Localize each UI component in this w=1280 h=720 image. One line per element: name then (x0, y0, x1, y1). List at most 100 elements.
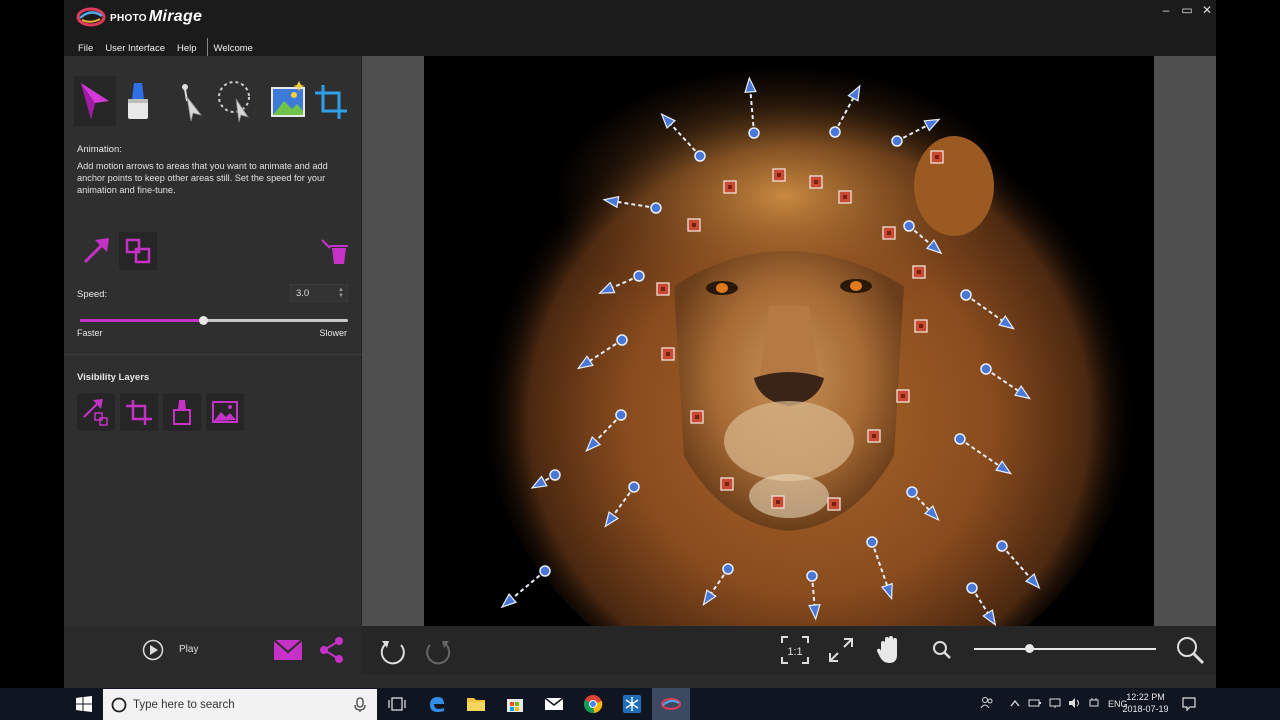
speed-slider[interactable] (80, 316, 348, 325)
zoom-in-button[interactable] (1174, 634, 1206, 666)
left-iris (716, 283, 728, 293)
clock[interactable]: 12:22 PM 2018-07-19 (1118, 691, 1173, 715)
motion-arrow-start[interactable] (694, 150, 706, 162)
motion-arrow-start[interactable] (615, 409, 627, 421)
taskbar-store[interactable] (496, 688, 534, 720)
volume-icon[interactable] (1068, 697, 1082, 711)
anchor-point-button[interactable] (119, 232, 157, 270)
network-icon[interactable] (1048, 697, 1062, 711)
taskbar-snowflake-app[interactable] (613, 688, 651, 720)
motion-arrow-start[interactable] (650, 202, 662, 214)
motion-arrow-start[interactable] (866, 536, 878, 548)
taskbar-chrome[interactable] (574, 688, 612, 720)
tool-select[interactable] (170, 76, 212, 126)
undo-button[interactable] (378, 636, 408, 666)
windows-icon (76, 696, 92, 712)
taskbar-file-explorer[interactable] (457, 688, 495, 720)
motion-arrow-start[interactable] (966, 582, 978, 594)
power-plug-icon[interactable] (1088, 697, 1100, 711)
close-button[interactable]: ✕ (1197, 2, 1217, 18)
system-tray: ENG (980, 688, 1128, 720)
chrome-icon (584, 695, 603, 714)
motion-arrow-start[interactable] (829, 126, 841, 138)
taskbar-edge[interactable] (418, 688, 456, 720)
actual-size-button[interactable]: 1:1 (780, 635, 810, 665)
fit-screen-button[interactable] (826, 635, 856, 665)
motion-arrow-start[interactable] (906, 486, 918, 498)
crop-icon (315, 85, 347, 119)
panel-title: Animation: (77, 144, 122, 155)
tool-image[interactable] (267, 76, 309, 126)
motion-arrow-start[interactable] (903, 220, 915, 232)
menu-user-interface[interactable]: User Interface (105, 43, 165, 54)
chin (749, 474, 829, 518)
play-button[interactable] (141, 638, 165, 662)
motion-arrow-start[interactable] (628, 481, 640, 493)
motion-arrow-start[interactable] (954, 433, 966, 445)
play-label[interactable]: Play (179, 644, 198, 655)
menu-file[interactable]: File (78, 43, 93, 54)
faster-label: Faster (77, 328, 103, 338)
zoom-out-button[interactable] (930, 638, 954, 662)
visibility-motion-button[interactable] (77, 393, 115, 431)
motion-arrow-start[interactable] (748, 127, 760, 139)
speed-input[interactable]: 3.0 ▲ ▼ (290, 284, 348, 302)
zoom-slider[interactable] (974, 644, 1156, 653)
photomirage-icon (661, 698, 681, 710)
anchor-point-center (777, 173, 781, 177)
taskbar-photomirage[interactable] (652, 688, 690, 720)
motion-arrow-start[interactable] (539, 565, 551, 577)
tool-animation-arrow[interactable] (74, 76, 116, 126)
share-button[interactable] (316, 634, 348, 666)
restore-button[interactable]: ▭ (1177, 2, 1197, 18)
motion-arrow-start[interactable] (980, 363, 992, 375)
menu-help[interactable]: Help (177, 43, 197, 54)
tool-lasso[interactable] (213, 76, 255, 126)
speed-slider-thumb[interactable] (199, 316, 209, 325)
action-center-button[interactable] (1172, 688, 1206, 720)
taskbar-search[interactable]: Type here to search (103, 689, 377, 720)
motion-arrow-start[interactable] (633, 270, 645, 282)
motion-arrow-button[interactable] (77, 232, 115, 270)
motion-arrow-start[interactable] (616, 334, 628, 346)
task-view-button[interactable] (378, 688, 416, 720)
chevron-up-icon[interactable] (1010, 699, 1020, 709)
muzzle (724, 401, 854, 481)
speed-spinner[interactable]: ▲ ▼ (338, 287, 344, 299)
motion-arrow-start[interactable] (996, 540, 1008, 552)
redo-button[interactable] (423, 636, 453, 666)
taskbar-mail[interactable] (535, 688, 573, 720)
motion-arrow-icon (83, 238, 109, 264)
battery-icon[interactable] (1028, 698, 1042, 710)
email-button[interactable] (272, 634, 304, 666)
zoom-slider-thumb[interactable] (1024, 644, 1034, 653)
motion-arrow-start[interactable] (806, 570, 818, 582)
anchor-point-center (814, 180, 818, 184)
desktop: PHOTO Mirage File User Interface Help Wel… (0, 0, 1280, 720)
minimize-button[interactable]: – (1156, 2, 1176, 18)
visibility-crop-button[interactable] (120, 393, 158, 431)
anchor-point-center (872, 434, 876, 438)
delete-button[interactable] (316, 232, 354, 270)
visibility-image-button[interactable] (206, 393, 244, 431)
motion-arrow-start[interactable] (960, 289, 972, 301)
start-button[interactable] (66, 688, 102, 720)
status-strip (64, 674, 1216, 688)
visibility-mask-button[interactable] (163, 393, 201, 431)
motion-arrow-start[interactable] (722, 563, 734, 575)
mail-icon (544, 697, 564, 710)
motion-arrow-start[interactable] (891, 135, 903, 147)
tool-mask[interactable] (117, 76, 159, 126)
hand-icon (877, 636, 897, 663)
undo-icon (380, 641, 405, 665)
pan-button[interactable] (874, 634, 904, 666)
people-icon[interactable] (980, 696, 994, 712)
photo-canvas[interactable] (424, 56, 1154, 626)
anchor-point-center (666, 352, 670, 356)
motion-arrow-start[interactable] (549, 469, 561, 481)
clock-date: 2018-07-19 (1122, 704, 1169, 714)
app-logo: PHOTO Mirage (76, 6, 202, 28)
menu-welcome[interactable]: Welcome (214, 43, 253, 54)
clock-time: 12:22 PM (1126, 692, 1165, 702)
tool-crop[interactable] (310, 76, 352, 126)
